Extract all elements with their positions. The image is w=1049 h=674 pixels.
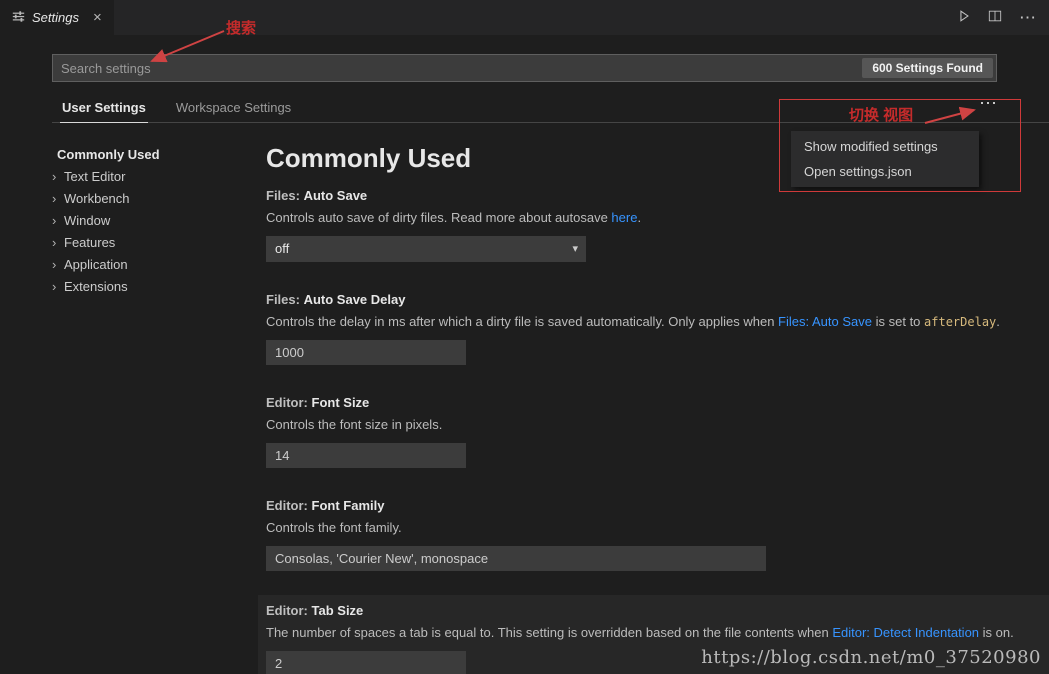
search-box[interactable]: 600 Settings Found (52, 54, 997, 82)
settings-list: Commonly Used Files: Auto Save Controls … (266, 142, 1049, 674)
setting-category: Editor: (266, 603, 308, 618)
chevron-right-icon: › (52, 169, 64, 184)
vscode-settings-window: Settings × ⋯ 600 Setti (0, 0, 1049, 674)
menu-item-open-settings-json[interactable]: Open settings.json (791, 159, 979, 184)
description-text: Controls the delay in ms after which a d… (266, 314, 778, 329)
files-auto-save-link[interactable]: Files: Auto Save (778, 314, 872, 329)
search-input[interactable] (53, 61, 862, 76)
editor-actions: ⋯ (957, 0, 1049, 35)
setting-description: Controls the font size in pixels. (266, 417, 1049, 433)
auto-save-delay-input[interactable] (266, 340, 466, 365)
autosave-docs-link[interactable]: here (611, 210, 637, 225)
sidebar-item-commonly-used[interactable]: Commonly Used (52, 143, 252, 165)
menu-item-show-modified-settings[interactable]: Show modified settings (791, 134, 979, 159)
settings-found-badge: 600 Settings Found (862, 58, 993, 78)
sidebar-item-label: Workbench (64, 191, 130, 206)
tab-user-settings[interactable]: User Settings (60, 96, 148, 123)
tab-size-input[interactable] (266, 651, 466, 674)
setting-category: Editor: (266, 395, 308, 410)
settings-tune-icon (12, 10, 25, 26)
sidebar-item-application[interactable]: › Application (52, 253, 252, 275)
chevron-right-icon: › (52, 213, 64, 228)
dropdown-arrow-icon: ▾ (572, 236, 578, 262)
sidebar-item-label: Text Editor (64, 169, 125, 184)
font-family-input[interactable] (266, 546, 766, 571)
close-tab-icon[interactable]: × (93, 10, 102, 25)
sidebar-item-features[interactable]: › Features (52, 231, 252, 253)
setting-label: Editor: Font Size (266, 395, 1049, 410)
settings-context-menu: Show modified settings Open settings.jso… (791, 131, 979, 187)
run-icon[interactable] (957, 9, 971, 26)
setting-editor-font-family: Editor: Font Family Controls the font fa… (266, 498, 1049, 571)
annotation-toggle-view-label: 切换 视图 (849, 104, 913, 125)
description-text: The number of spaces a tab is equal to. … (266, 625, 832, 640)
chevron-right-icon: › (52, 235, 64, 250)
font-size-input[interactable] (266, 443, 466, 468)
setting-description: Controls the delay in ms after which a d… (266, 314, 1049, 330)
description-text: . (637, 210, 641, 225)
setting-label: Editor: Font Family (266, 498, 1049, 513)
setting-label: Editor: Tab Size (266, 603, 1049, 618)
setting-category: Files: (266, 188, 300, 203)
setting-category: Files: (266, 292, 300, 307)
setting-description: Controls the font family. (266, 520, 1049, 536)
editor-tab-bar: Settings × ⋯ (0, 0, 1049, 35)
chevron-right-icon: › (52, 257, 64, 272)
sidebar-item-text-editor[interactable]: › Text Editor (52, 165, 252, 187)
sidebar-item-label: Window (64, 213, 110, 228)
sidebar-item-label: Commonly Used (57, 147, 160, 162)
setting-files-auto-save-delay: Files: Auto Save Delay Controls the dela… (266, 292, 1049, 365)
setting-name: Auto Save Delay (304, 292, 406, 307)
setting-files-auto-save: Files: Auto Save Controls auto save of d… (266, 188, 1049, 262)
selected-value: off (275, 241, 289, 256)
setting-description: The number of spaces a tab is equal to. … (266, 625, 1049, 641)
sidebar-item-extensions[interactable]: › Extensions (52, 275, 252, 297)
csdn-watermark: https://blog.csdn.net/m0_37520980 (701, 647, 1041, 668)
setting-label: Files: Auto Save (266, 188, 1049, 203)
sidebar-item-workbench[interactable]: › Workbench (52, 187, 252, 209)
description-text: is on. (979, 625, 1014, 640)
sidebar-item-label: Application (64, 257, 128, 272)
description-text: Controls auto save of dirty files. Read … (266, 210, 611, 225)
sidebar-item-label: Extensions (64, 279, 128, 294)
annotation-search-label: 搜索 (226, 17, 256, 38)
settings-tree: Commonly Used › Text Editor › Workbench … (52, 143, 252, 297)
code-span: afterDelay (924, 315, 996, 329)
setting-name: Font Family (312, 498, 385, 513)
description-text: . (996, 314, 1000, 329)
description-text: is set to (872, 314, 924, 329)
sidebar-item-label: Features (64, 235, 115, 250)
settings-more-actions-icon[interactable]: ⋯ (979, 95, 997, 111)
sidebar-item-window[interactable]: › Window (52, 209, 252, 231)
more-editor-actions-icon[interactable]: ⋯ (1019, 9, 1036, 26)
setting-editor-font-size: Editor: Font Size Controls the font size… (266, 395, 1049, 468)
auto-save-select[interactable]: off ▾ (266, 236, 586, 262)
setting-category: Editor: (266, 498, 308, 513)
tab-title: Settings (32, 10, 79, 25)
tab-workspace-settings[interactable]: Workspace Settings (174, 96, 293, 122)
search-row: 600 Settings Found (52, 54, 997, 82)
detect-indentation-link[interactable]: Editor: Detect Indentation (832, 625, 979, 640)
chevron-right-icon: › (52, 279, 64, 294)
setting-name: Tab Size (312, 603, 364, 618)
split-editor-icon[interactable] (988, 9, 1002, 26)
setting-name: Font Size (312, 395, 370, 410)
setting-description: Controls auto save of dirty files. Read … (266, 210, 1049, 226)
settings-editor-tab[interactable]: Settings × (0, 0, 114, 35)
setting-name: Auto Save (304, 188, 368, 203)
setting-label: Files: Auto Save Delay (266, 292, 1049, 307)
chevron-right-icon: › (52, 191, 64, 206)
